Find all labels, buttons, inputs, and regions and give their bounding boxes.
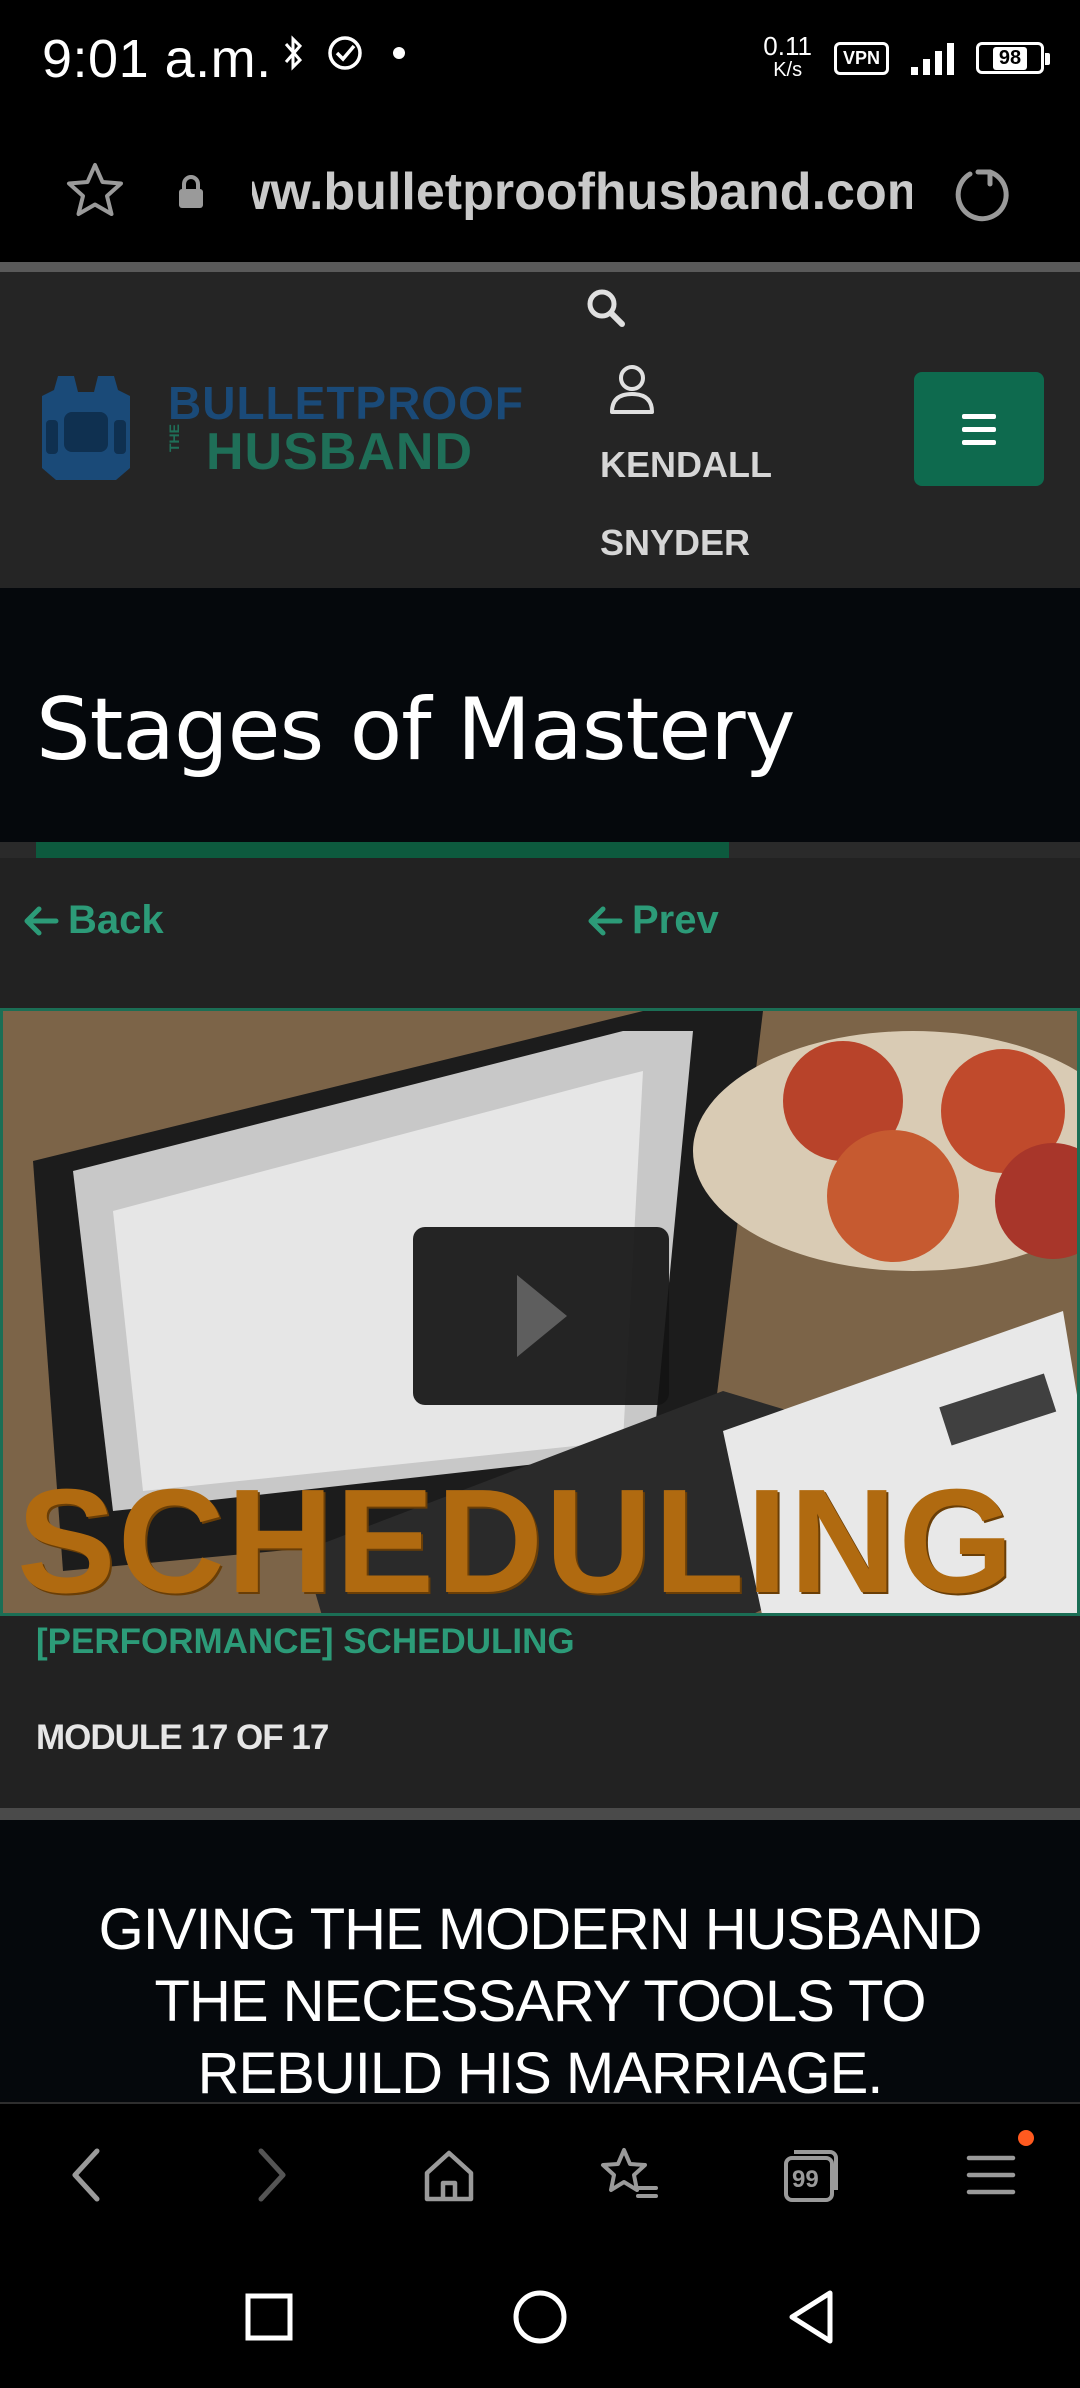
play-icon (517, 1275, 567, 1357)
status-left-icons (282, 34, 414, 81)
user-icon[interactable] (606, 362, 658, 416)
logo-the: THE (166, 424, 182, 452)
course-progress-bar (0, 842, 1080, 858)
url-divider (0, 262, 1080, 272)
signal-icon (911, 41, 954, 75)
module-count: MODULE 17 OF 17 (36, 1718, 329, 1757)
search-icon[interactable] (584, 286, 628, 330)
browser-home-button[interactable] (414, 2140, 484, 2210)
browser-toolbar: 99 (0, 2102, 1080, 2242)
battery-icon: 98 (976, 42, 1050, 74)
bookmarks-star-icon (601, 2148, 658, 2198)
chevron-right-icon (258, 2148, 286, 2202)
back-link[interactable]: Back (22, 898, 164, 943)
menu-lines-icon (966, 2155, 1016, 2195)
section-divider (0, 1808, 1080, 1820)
site-logo[interactable]: BULLETPROOF THE HUSBAND (36, 372, 523, 482)
bluetooth-icon (282, 35, 306, 80)
tagline-band: GIVING THE MODERN HUSBAND THE NECESSARY … (0, 1820, 1080, 2102)
notification-dot (1018, 2130, 1034, 2146)
logo-line2: HUSBAND (206, 423, 473, 481)
prev-label: Prev (632, 898, 719, 942)
triangle-back-icon (789, 2290, 833, 2344)
page-title: Stages of Mastery (36, 680, 795, 780)
home-button[interactable] (505, 2282, 575, 2352)
play-button[interactable] (413, 1227, 669, 1405)
status-time: 9:01 a.m. (42, 29, 272, 89)
vest-logo-icon (42, 376, 130, 480)
module-info: [PERFORMANCE] SCHEDULING MODULE 17 OF 17 (0, 1616, 1080, 1808)
reload-icon[interactable] (950, 162, 1016, 228)
browser-bookmarks-button[interactable] (594, 2140, 664, 2210)
status-bar: 9:01 a.m. 0.11 K/s VPN 98 (0, 0, 1080, 120)
dot-icon (384, 38, 414, 77)
lock-icon (179, 175, 203, 208)
browser-tabs-button[interactable]: 99 (776, 2140, 846, 2210)
prev-link[interactable]: Prev (586, 898, 719, 943)
square-icon (245, 2293, 293, 2341)
arrow-left-icon (588, 906, 623, 935)
course-progress-fill (36, 842, 729, 858)
system-navigation-bar (0, 2242, 1080, 2388)
check-circle-icon (326, 34, 364, 81)
network-speed-unit: K/s (773, 59, 803, 81)
back-label: Back (68, 898, 164, 942)
browser-url-bar: ww.bulletproofhusband.com (0, 120, 1080, 260)
bookmark-star-icon[interactable] (64, 160, 126, 222)
title-band: Stages of Mastery (0, 588, 1080, 842)
network-speed: 0.11 K/s (763, 31, 812, 82)
vpn-badge: VPN (833, 41, 889, 75)
status-right-icons: 0.11 K/s VPN 98 (763, 31, 1050, 82)
chevron-left-icon (72, 2148, 100, 2202)
arrow-left-icon (24, 906, 59, 935)
system-back-button[interactable] (776, 2282, 846, 2352)
menu-icon (962, 413, 996, 419)
home-icon (424, 2150, 474, 2202)
browser-forward-button[interactable] (236, 2140, 306, 2210)
video-overlay-text: SCHEDULING (17, 1459, 1016, 1616)
lesson-nav: Back Prev (0, 858, 1080, 1010)
recents-button[interactable] (234, 2282, 304, 2352)
hamburger-menu-button[interactable] (914, 372, 1044, 486)
network-speed-value: 0.11 (763, 31, 812, 61)
url-text[interactable]: ww.bulletproofhusband.com (252, 162, 912, 222)
tabs-count: 99 (792, 2166, 819, 2193)
tagline: GIVING THE MODERN HUSBAND THE NECESSARY … (98, 1897, 983, 2102)
browser-menu-button[interactable] (956, 2140, 1026, 2210)
browser-back-button[interactable] (52, 2140, 122, 2210)
user-last-name[interactable]: SNYDER (600, 522, 750, 564)
site-header: BULLETPROOF THE HUSBAND KENDALL SNYDER (0, 272, 1080, 588)
video-player[interactable]: SCHEDULING (0, 1008, 1080, 1616)
circle-icon (513, 2290, 567, 2344)
battery-level: 98 (992, 46, 1028, 70)
lesson-name: [PERFORMANCE] SCHEDULING (36, 1622, 575, 1661)
user-first-name[interactable]: KENDALL (600, 444, 772, 486)
